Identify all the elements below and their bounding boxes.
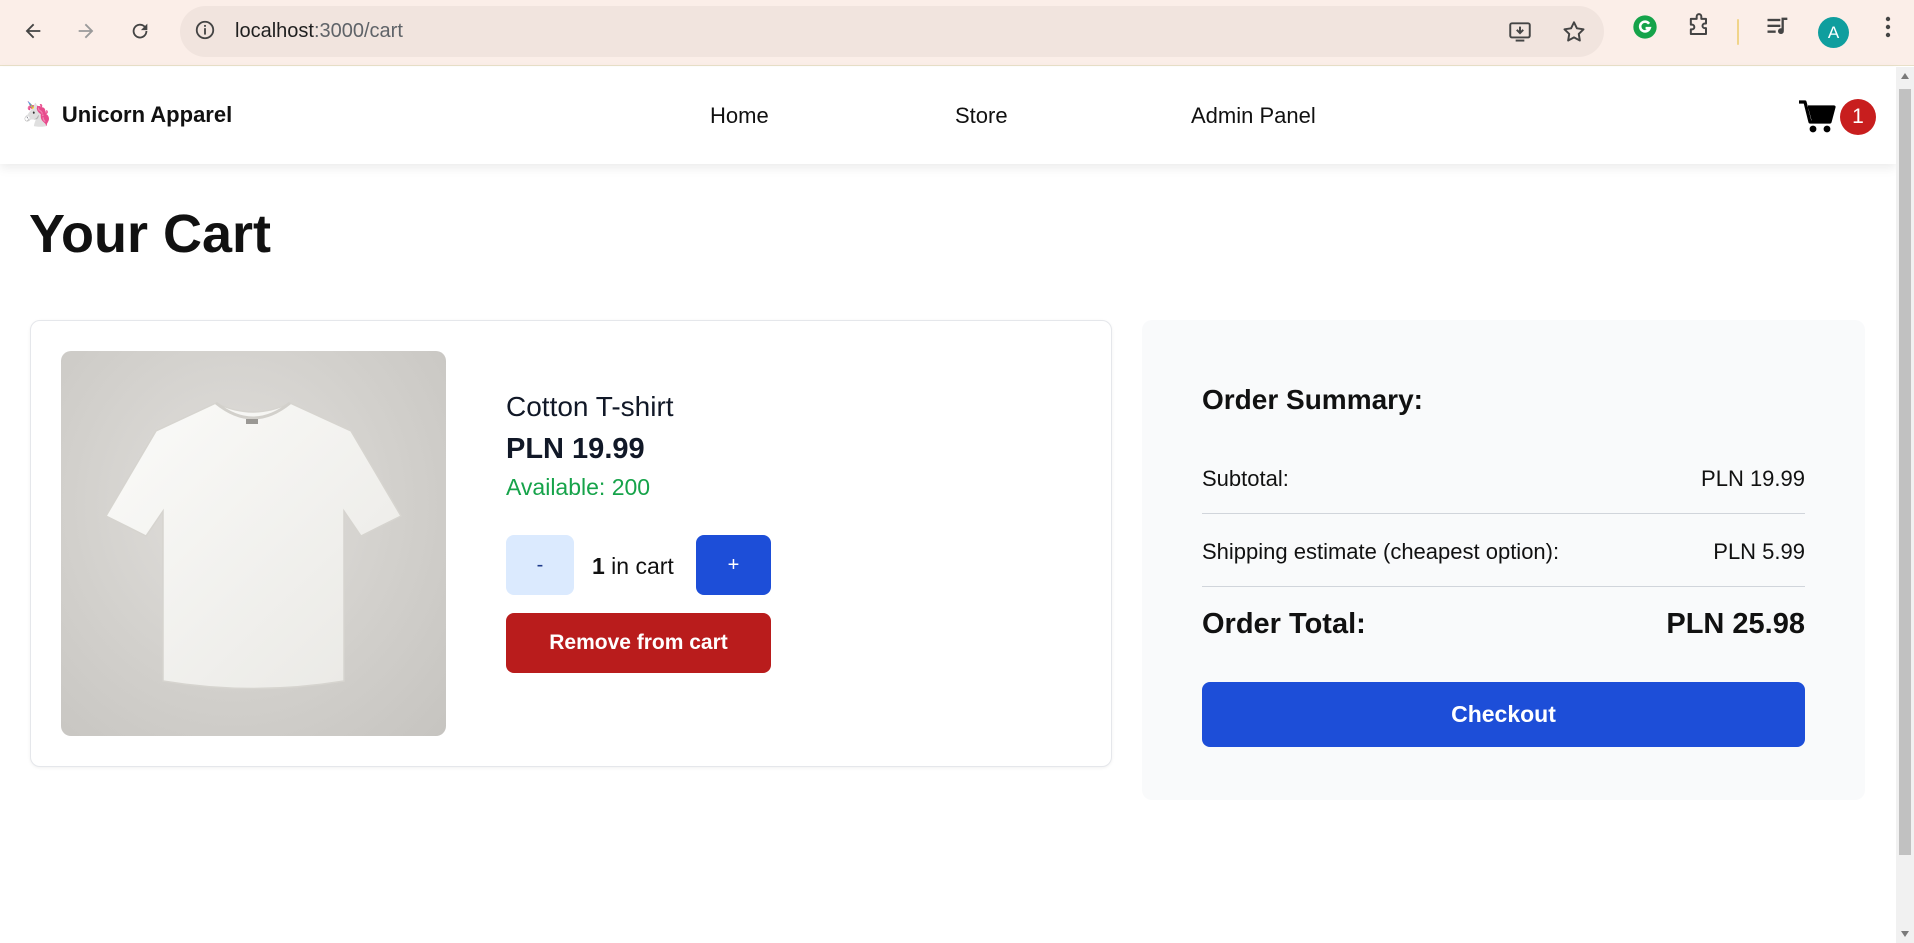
summary-divider: [1202, 586, 1805, 587]
order-total-row: Order Total: PLN 25.98: [1202, 608, 1805, 641]
scroll-down-arrow-icon[interactable]: [1901, 931, 1909, 937]
back-button[interactable]: [13, 11, 53, 51]
brand-name: Unicorn Apparel: [61, 102, 233, 127]
t-shirt-image-icon: [104, 401, 403, 690]
nav-link-admin-panel[interactable]: Admin Panel: [1191, 103, 1316, 129]
quantity-display: 1 in cart: [592, 553, 674, 580]
subtotal-value: PLN 19.99: [1701, 466, 1805, 491]
product-availability: Available: 200: [506, 474, 651, 500]
brand-link[interactable]: 🦄 Unicorn Apparel: [22, 102, 232, 128]
bookmark-star-icon[interactable]: [1561, 19, 1587, 50]
page-title: Your Cart: [29, 204, 272, 264]
nav-link-store[interactable]: Store: [955, 103, 1008, 129]
install-app-icon[interactable]: [1507, 19, 1533, 50]
arrow-right-icon: [78, 23, 94, 39]
grammarly-icon[interactable]: [1631, 13, 1659, 46]
extensions-puzzle-icon[interactable]: [1685, 13, 1713, 46]
remove-from-cart-button[interactable]: Remove from cart: [506, 613, 771, 673]
reload-icon: [132, 23, 148, 39]
product-name: Cotton T-shirt: [506, 391, 674, 422]
profile-avatar[interactable]: A: [1818, 17, 1849, 48]
browser-toolbar: localhost:3000/cart A: [0, 0, 1914, 66]
shipping-label: Shipping estimate (cheapest option):: [1202, 539, 1560, 564]
shipping-row: Shipping estimate (cheapest option): PLN…: [1202, 539, 1805, 565]
product-price: PLN 19.99: [506, 433, 645, 465]
increase-quantity-button[interactable]: +: [696, 535, 771, 595]
more-menu-icon[interactable]: [1876, 13, 1900, 46]
url-text: localhost:3000/cart: [235, 20, 403, 42]
product-image: [61, 351, 446, 736]
reload-button[interactable]: [120, 11, 160, 51]
scroll-up-arrow-icon[interactable]: [1901, 73, 1909, 79]
decrease-quantity-button[interactable]: -: [506, 535, 574, 595]
page-scrollbar[interactable]: [1896, 67, 1914, 943]
arrow-left-icon: [25, 23, 41, 39]
scrollbar-thumb[interactable]: [1899, 89, 1911, 855]
order-summary-panel: Order Summary: Subtotal: PLN 19.99 Shipp…: [1142, 320, 1865, 800]
toolbar-divider: [1737, 19, 1739, 45]
unicorn-logo-icon: 🦄: [22, 101, 52, 128]
cart-count-badge: 1: [1840, 99, 1876, 135]
address-bar[interactable]: localhost:3000/cart: [180, 6, 1604, 57]
order-summary-title: Order Summary:: [1202, 384, 1423, 415]
shopping-cart-icon: [1799, 100, 1836, 133]
checkout-button[interactable]: Checkout: [1202, 682, 1805, 747]
shipping-value: PLN 5.99: [1713, 539, 1805, 564]
forward-button[interactable]: [66, 11, 106, 51]
subtotal-label: Subtotal:: [1202, 466, 1289, 491]
subtotal-row: Subtotal: PLN 19.99: [1202, 466, 1805, 492]
summary-divider: [1202, 513, 1805, 514]
order-total-label: Order Total:: [1202, 608, 1366, 640]
site-header: 🦄 Unicorn Apparel Home Store Admin Panel…: [0, 67, 1896, 164]
nav-link-home[interactable]: Home: [710, 103, 769, 129]
order-total-value: PLN 25.98: [1666, 608, 1805, 640]
cart-button[interactable]: 1: [1798, 97, 1878, 137]
quantity-value: 1: [592, 553, 605, 579]
media-queue-icon[interactable]: [1764, 13, 1792, 46]
quantity-suffix: in cart: [604, 553, 674, 579]
site-info-icon[interactable]: [194, 19, 216, 46]
cart-item-card: Cotton T-shirt PLN 19.99 Available: 200 …: [30, 320, 1112, 767]
